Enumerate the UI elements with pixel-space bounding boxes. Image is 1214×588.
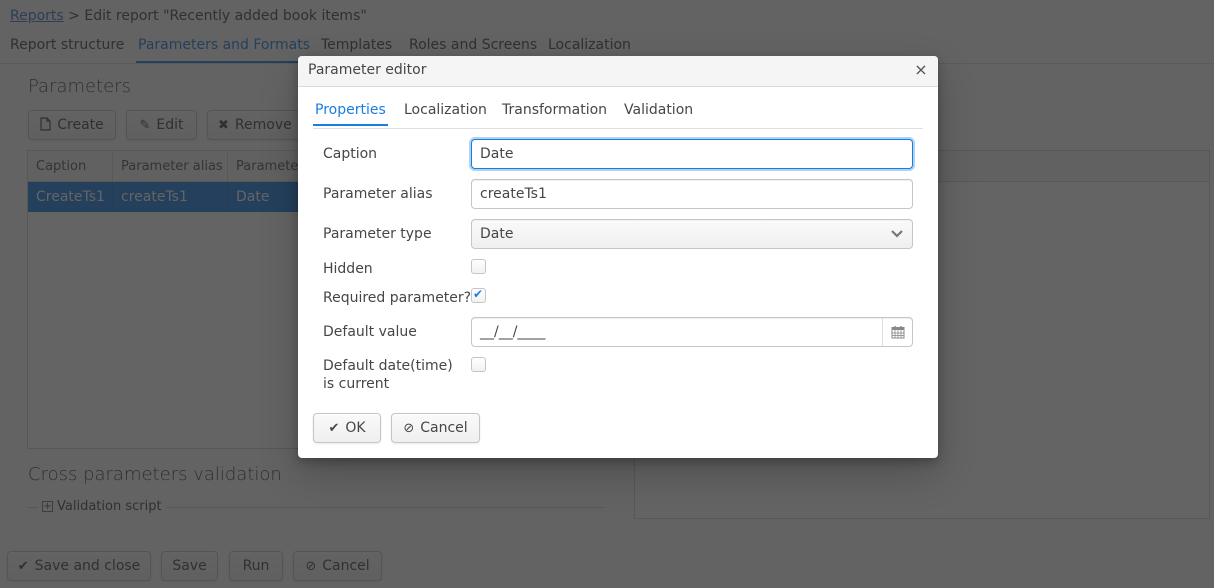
- parameter-editor-dialog: Parameter editor × Properties Localizati…: [298, 56, 938, 458]
- default-value-text: __/__/____: [480, 324, 546, 340]
- required-label: Required parameter?: [323, 290, 472, 306]
- tab-validation[interactable]: Validation: [624, 102, 693, 124]
- hidden-checkbox[interactable]: [471, 259, 486, 274]
- type-label: Parameter type: [323, 226, 432, 242]
- type-select[interactable]: Date: [471, 219, 913, 249]
- type-select-value: Date: [480, 226, 514, 242]
- hidden-label: Hidden: [323, 261, 373, 277]
- ok-label: OK: [345, 420, 366, 436]
- default-value-input[interactable]: __/__/____: [471, 317, 913, 347]
- ok-button[interactable]: ✔ OK: [313, 413, 381, 443]
- default-value-label: Default value: [323, 324, 417, 340]
- tab-transformation[interactable]: Transformation: [502, 102, 607, 124]
- check-icon: ✔: [328, 420, 340, 436]
- dialog-cancel-button[interactable]: ⊘ Cancel: [391, 413, 480, 443]
- tab-dialog-localization[interactable]: Localization: [404, 102, 487, 124]
- chevron-down-icon: [890, 220, 904, 248]
- caption-label: Caption: [323, 146, 378, 162]
- alias-label: Parameter alias: [323, 186, 433, 202]
- default-current-checkbox[interactable]: [471, 357, 486, 372]
- caption-input[interactable]: Date: [471, 139, 913, 169]
- tab-properties[interactable]: Properties: [313, 102, 388, 126]
- required-checkbox[interactable]: ✔: [471, 287, 486, 303]
- dialog-cancel-label: Cancel: [420, 420, 468, 436]
- default-current-label-line1: Default date(time): [323, 358, 453, 374]
- alias-input[interactable]: createTs1: [471, 179, 913, 209]
- default-current-label: Default date(time) is current: [323, 357, 453, 393]
- default-current-label-line2: is current: [323, 376, 390, 392]
- dialog-title: Parameter editor: [308, 62, 427, 78]
- check-icon: ✔: [473, 287, 484, 301]
- calendar-icon[interactable]: [882, 318, 912, 346]
- dialog-tabs: Properties Localization Transformation V…: [313, 100, 923, 129]
- close-icon[interactable]: ×: [912, 60, 930, 80]
- dialog-header[interactable]: Parameter editor ×: [298, 56, 938, 87]
- ban-icon: ⊘: [403, 420, 415, 436]
